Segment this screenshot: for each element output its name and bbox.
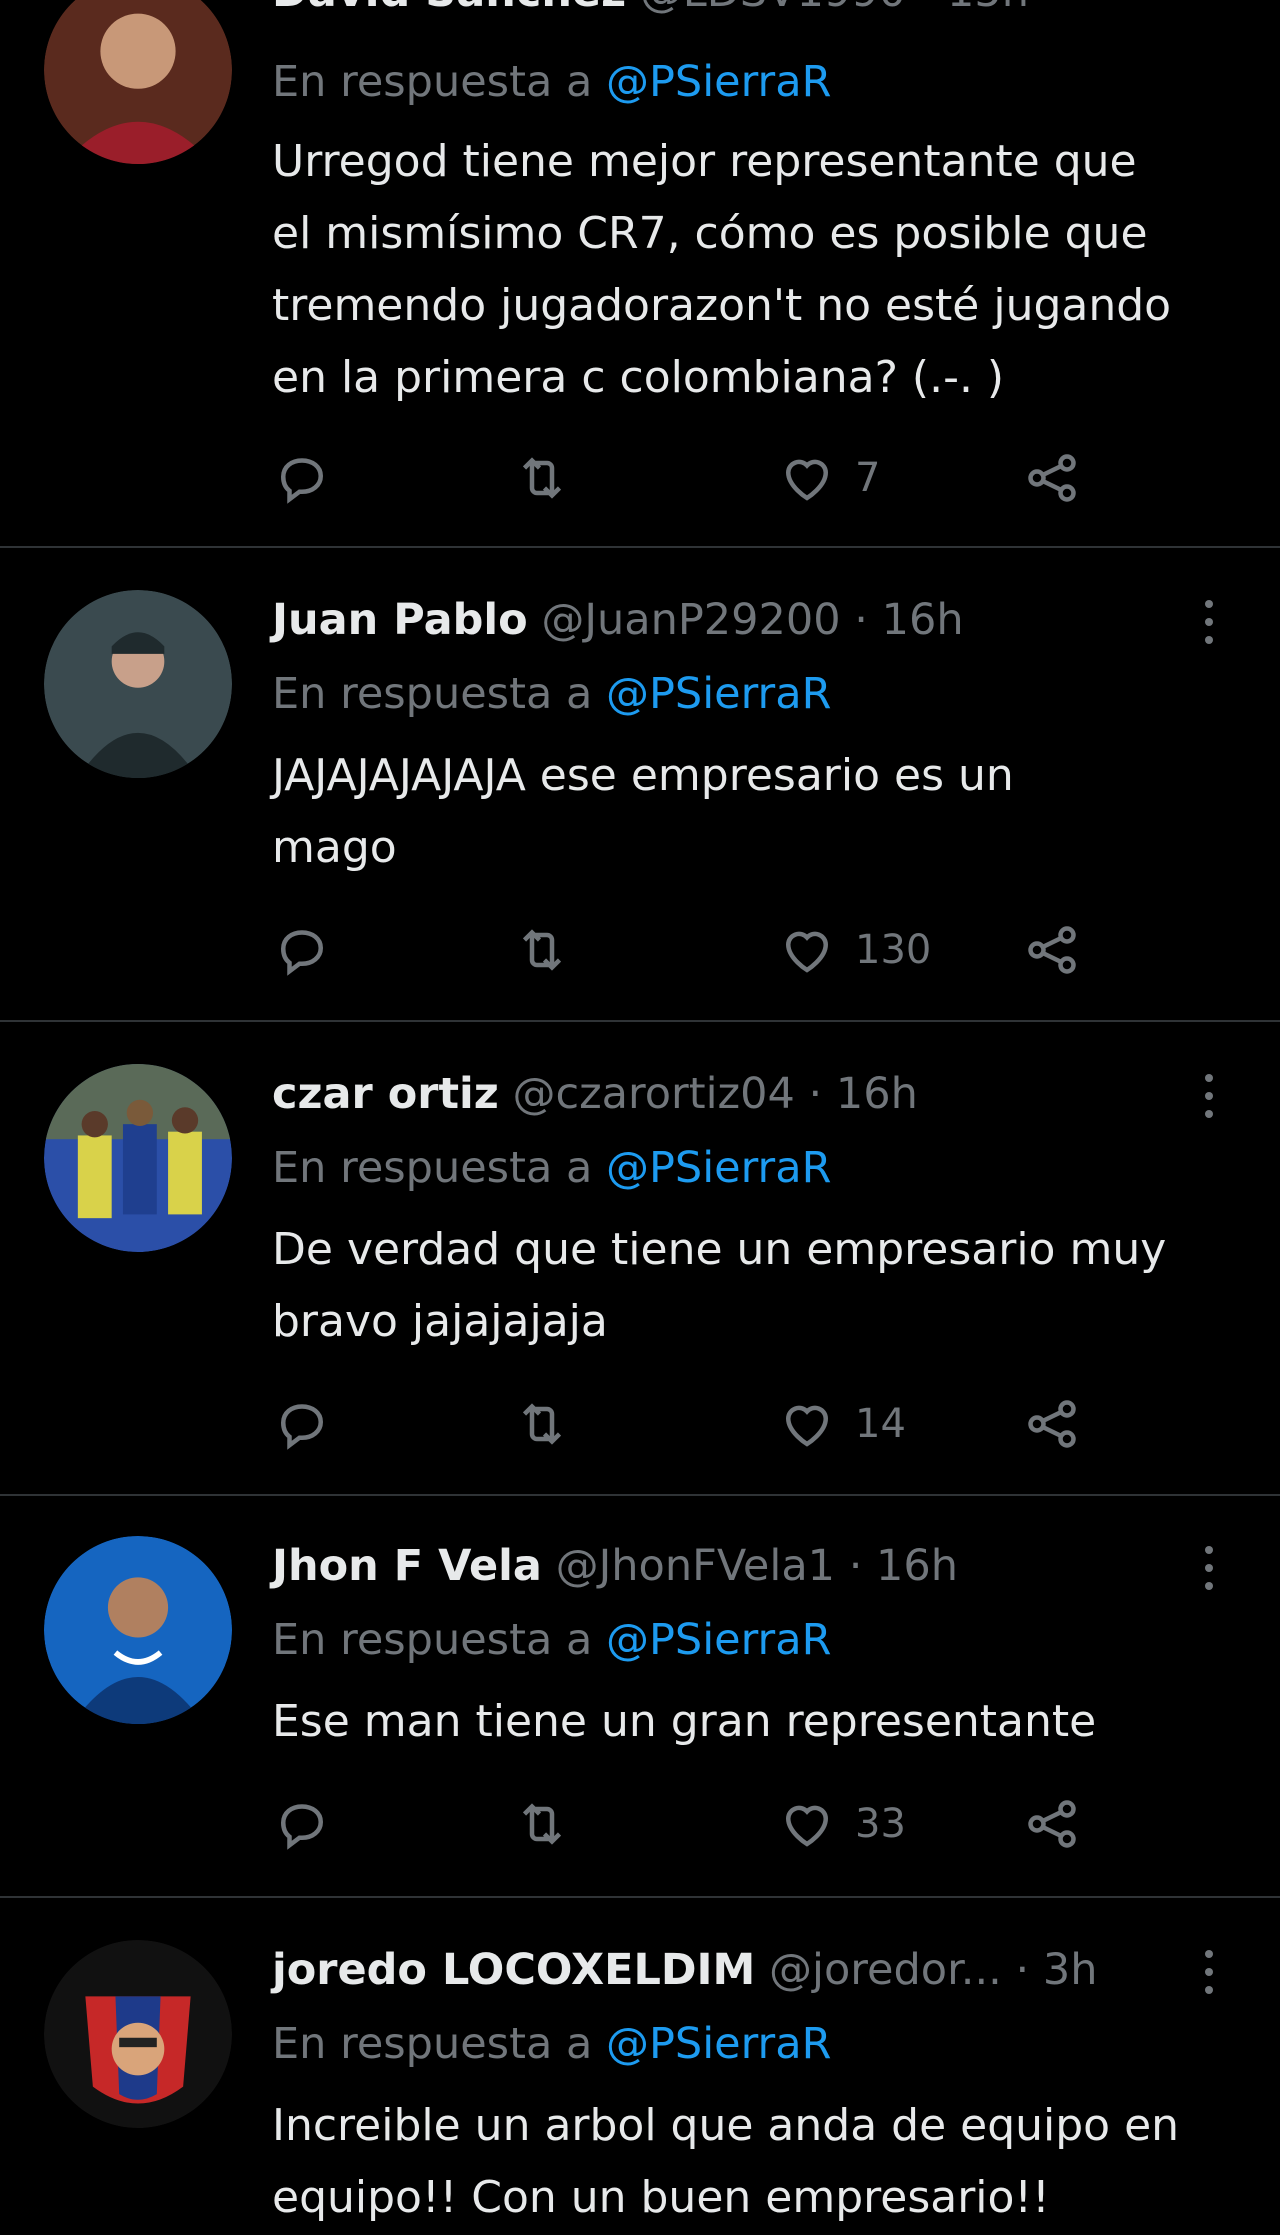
avatar[interactable]	[44, 590, 232, 778]
divider	[0, 1494, 1280, 1496]
user-handle[interactable]: @joredor...	[769, 1945, 1002, 1995]
tweet-text: JAJAJAJAJAJA ese empresario es un mago	[272, 750, 1014, 873]
like-count: 14	[855, 1401, 906, 1447]
reply-button[interactable]	[272, 920, 332, 980]
retweet-button[interactable]	[512, 448, 572, 508]
display-name[interactable]: Jhon F Vela	[272, 1541, 542, 1591]
tweet-header: David Sánchez @LDSV1990 · 15h	[272, 0, 1029, 22]
tweet-header: Jhon F Vela @JhonFVela1 · 16h	[272, 1541, 959, 1591]
like-count: 7	[855, 455, 881, 501]
share-button[interactable]	[1022, 920, 1082, 980]
reply-mention-link[interactable]: @PSierraR	[606, 2019, 831, 2069]
avatar[interactable]	[44, 1940, 232, 2128]
share-icon	[1028, 454, 1076, 502]
timestamp[interactable]: 16h	[836, 1069, 918, 1119]
share-button[interactable]	[1022, 1794, 1082, 1854]
heart-icon	[785, 459, 829, 501]
reply-mention-link[interactable]: @PSierraR	[606, 669, 831, 719]
retweet-icon	[522, 929, 562, 971]
tweet-text: Increible un arbol que anda de equipo en…	[272, 2100, 1180, 2223]
heart-icon	[785, 1405, 829, 1447]
retweet-icon	[522, 1403, 562, 1445]
divider	[0, 1020, 1280, 1022]
like-button[interactable]: 130	[777, 920, 931, 980]
avatar[interactable]	[44, 0, 232, 164]
reply-context: En respuesta a @PSierraR	[272, 669, 832, 719]
display-name[interactable]: Juan Pablo	[272, 595, 528, 645]
timestamp[interactable]: 16h	[882, 595, 964, 645]
reply-icon	[280, 1804, 324, 1850]
display-name[interactable]: czar ortiz	[272, 1069, 499, 1119]
share-icon	[1028, 1400, 1076, 1448]
like-button[interactable]: 33	[777, 1794, 906, 1854]
tweet-header: joredo LOCOXELDIM @joredor... · 3h	[272, 1945, 1098, 1995]
retweet-icon	[522, 457, 562, 499]
like-button[interactable]: 14	[777, 1394, 906, 1454]
tweet-header: czar ortiz @czarortiz04 · 16h	[272, 1069, 918, 1119]
tweet-actions: 33	[272, 1794, 1172, 1854]
reply-mention-link[interactable]: @PSierraR	[606, 1143, 831, 1193]
user-handle[interactable]: @JuanP29200	[541, 595, 840, 645]
user-handle[interactable]: @JhonFVela1	[556, 1541, 835, 1591]
avatar[interactable]	[44, 1536, 232, 1724]
reply-icon	[280, 458, 324, 504]
reply-mention-link[interactable]: @PSierraR	[606, 57, 831, 107]
tweet-text: Urregod tiene mejor representante que el…	[272, 136, 1172, 403]
timestamp[interactable]: 15h	[947, 0, 1029, 17]
reply-context: En respuesta a @PSierraR	[272, 2019, 832, 2069]
tweet-actions: 130	[272, 920, 1172, 980]
reply-context: En respuesta a @PSierraR	[272, 1615, 832, 1665]
tweet-text: Ese man tiene un gran representante	[272, 1696, 1097, 1747]
reply-icon	[280, 930, 324, 976]
avatar[interactable]	[44, 1064, 232, 1252]
share-button[interactable]	[1022, 1394, 1082, 1454]
timestamp[interactable]: 3h	[1043, 1945, 1098, 1995]
more-options-button[interactable]	[1190, 1942, 1230, 2002]
divider	[0, 546, 1280, 548]
user-handle[interactable]: @LDSV1990	[640, 0, 906, 17]
retweet-button[interactable]	[512, 1794, 572, 1854]
reply-button[interactable]	[272, 448, 332, 508]
reply-context: En respuesta a @PSierraR	[272, 57, 832, 107]
tweet-actions: 7	[272, 448, 1172, 508]
tweet-header: Juan Pablo @JuanP29200 · 16h	[272, 595, 964, 645]
display-name[interactable]: David Sánchez	[272, 0, 626, 17]
reply-context: En respuesta a @PSierraR	[272, 1143, 832, 1193]
retweet-button[interactable]	[512, 920, 572, 980]
share-icon	[1028, 1800, 1076, 1848]
share-button[interactable]	[1022, 448, 1082, 508]
reply-button[interactable]	[272, 1794, 332, 1854]
tweet-text: De verdad que tiene un empresario muy br…	[272, 1224, 1167, 1347]
like-count: 33	[855, 1801, 906, 1847]
heart-icon	[785, 931, 829, 973]
reply-mention-link[interactable]: @PSierraR	[606, 1615, 831, 1665]
like-count: 130	[855, 927, 932, 973]
retweet-icon	[522, 1803, 562, 1845]
retweet-button[interactable]	[512, 1394, 572, 1454]
divider	[0, 1896, 1280, 1898]
more-options-button[interactable]	[1190, 592, 1230, 652]
user-handle[interactable]: @czarortiz04	[512, 1069, 794, 1119]
more-options-button[interactable]	[1190, 1538, 1230, 1598]
reply-button[interactable]	[272, 1394, 332, 1454]
more-options-button[interactable]	[1190, 1066, 1230, 1126]
reply-icon	[280, 1404, 324, 1450]
heart-icon	[785, 1805, 829, 1847]
display-name[interactable]: joredo LOCOXELDIM	[272, 1945, 755, 1995]
timestamp[interactable]: 16h	[876, 1541, 958, 1591]
like-button[interactable]: 7	[777, 448, 880, 508]
tweet-actions: 14	[272, 1394, 1172, 1454]
share-icon	[1028, 926, 1076, 974]
